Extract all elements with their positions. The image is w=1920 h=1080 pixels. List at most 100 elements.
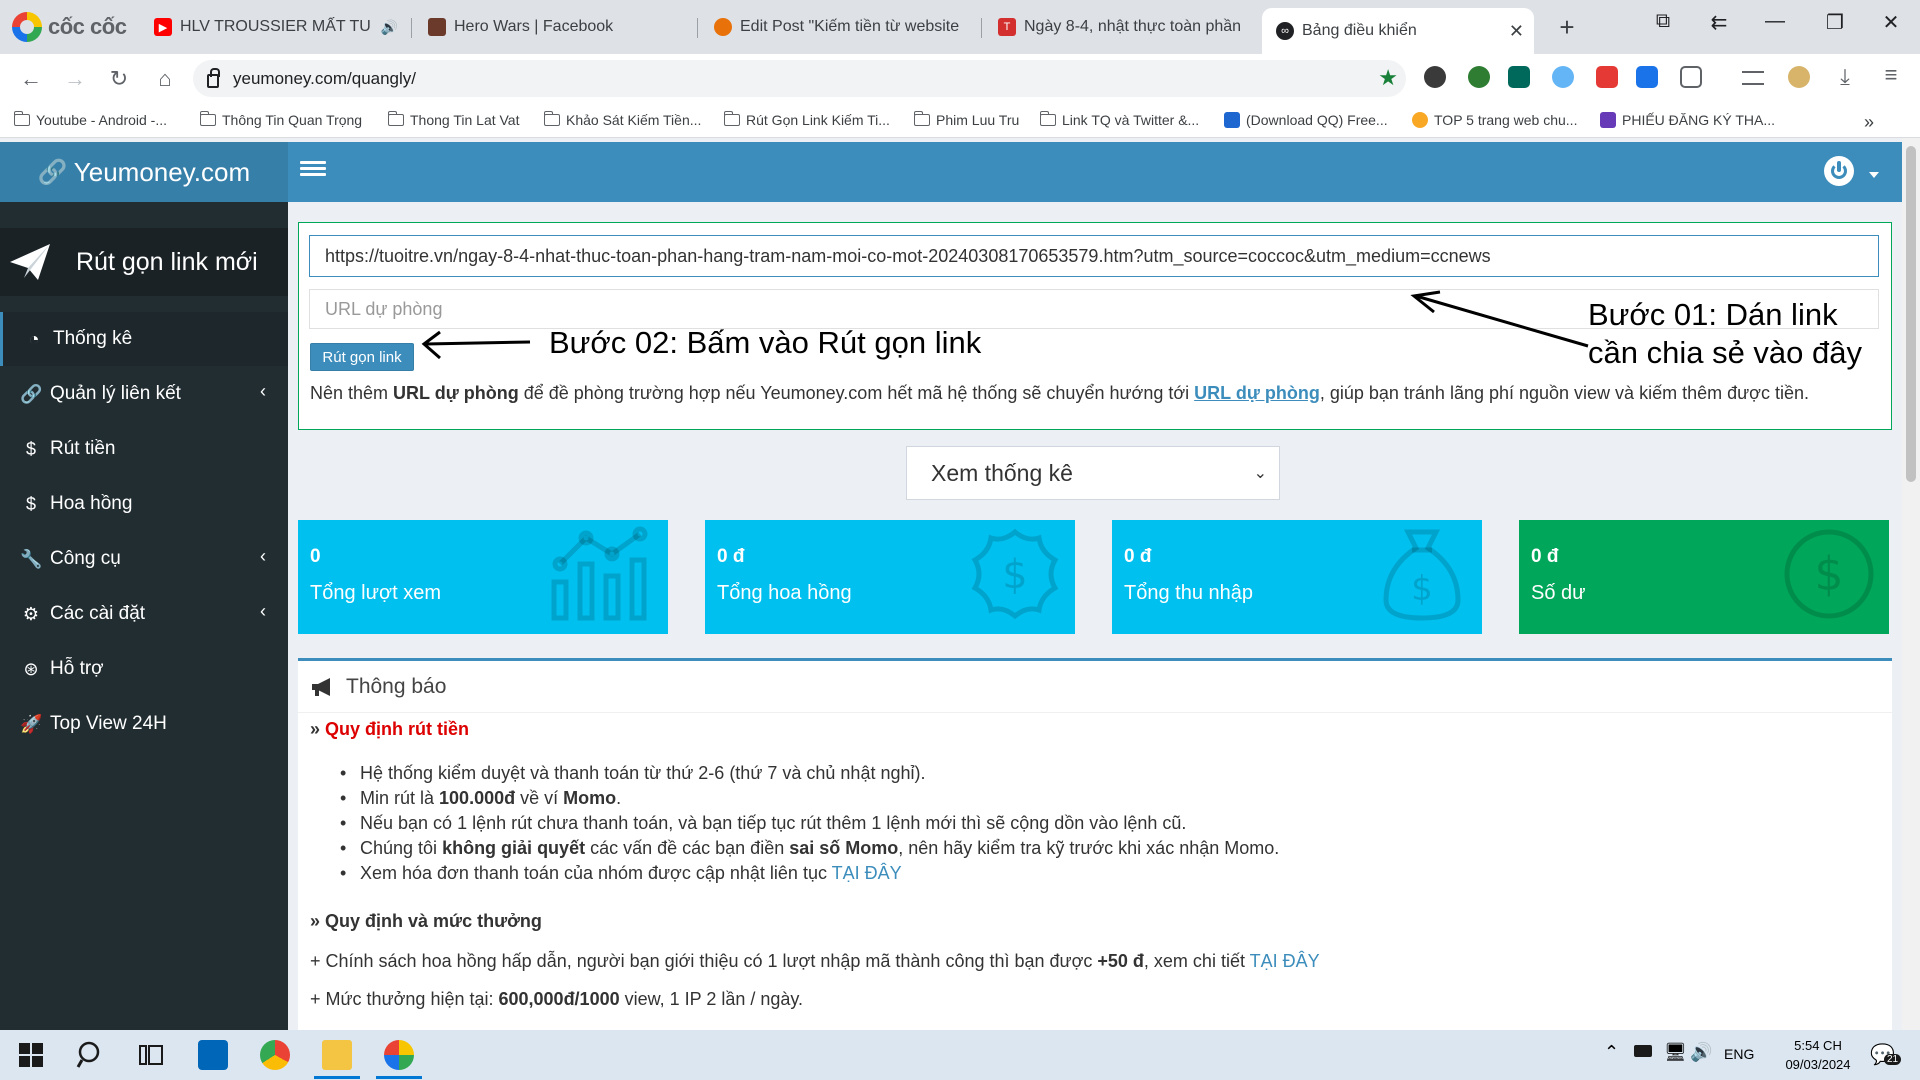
star-runner-icon xyxy=(1412,112,1428,128)
sidebar-item-top-view[interactable]: 🚀 Top View 24H xyxy=(0,697,288,751)
extension-red-icon[interactable] xyxy=(1596,66,1618,88)
payment-invoice-link[interactable]: TẠI ĐÂY xyxy=(832,863,902,883)
home-button[interactable]: ⌂ xyxy=(150,66,180,92)
translate-icon[interactable] xyxy=(1636,66,1658,88)
sidebar-item-cong-cu[interactable]: 🔧 Công cụ ‹ xyxy=(0,532,288,586)
tab-label: Bảng điều khiển xyxy=(1302,22,1417,39)
address-bar[interactable]: yeumoney.com/quangly/ ★ xyxy=(193,60,1406,97)
bookmark-star-icon[interactable]: ★ xyxy=(1378,65,1398,91)
bookmark-folder[interactable]: Phim Luu Tru xyxy=(913,111,1019,128)
download-icon[interactable]: ⤓ xyxy=(1830,64,1860,90)
sidebar-item-cac-cai-dat[interactable]: ⚙ Các cài đặt ‹ xyxy=(0,587,288,641)
more-bookmarks-icon[interactable]: » xyxy=(1864,112,1874,133)
new-tab-button[interactable]: + xyxy=(1552,12,1582,43)
extension-search-icon[interactable] xyxy=(1552,66,1574,88)
extensions-puzzle-icon[interactable] xyxy=(1680,66,1702,88)
svg-text:$: $ xyxy=(1002,552,1027,598)
money-bag-icon: $ xyxy=(1383,529,1461,621)
bookmark-folder[interactable]: Khảo Sát Kiếm Tiền... xyxy=(543,111,701,128)
chrome-icon[interactable] xyxy=(260,1040,290,1070)
bookmark-link[interactable]: PHIẾU ĐĂNG KÝ THA... xyxy=(1600,112,1775,128)
reload-button[interactable]: ↻ xyxy=(104,66,134,92)
tab-youtube[interactable]: ▶ HLV TROUSSIER MẤT TU 🔊 xyxy=(140,8,412,46)
tab-hero-wars[interactable]: Hero Wars | Facebook xyxy=(414,8,698,46)
bookmark-folder[interactable]: Thông Tin Quan Trọng xyxy=(199,111,362,128)
dollar-circle-icon: $ xyxy=(1784,529,1874,619)
extension-box-icon[interactable] xyxy=(1508,66,1530,88)
commission-detail-link[interactable]: TẠI ĐÂY xyxy=(1250,951,1320,971)
power-icon[interactable] xyxy=(1824,156,1854,186)
link-icon: 🔗 xyxy=(20,383,43,404)
bookmark-folder[interactable]: Link TQ và Twitter &... xyxy=(1039,111,1199,128)
battery-icon[interactable] xyxy=(1634,1045,1652,1057)
browser-brand[interactable]: cốc cốc xyxy=(12,12,127,42)
sidebar-item-ho-tro[interactable]: ⊛ Hỗ trợ xyxy=(0,642,288,696)
address-url[interactable]: yeumoney.com/quangly/ xyxy=(233,69,416,89)
task-view-icon[interactable] xyxy=(136,1040,166,1070)
stats-period-select[interactable]: Xem thống kê ⌄ xyxy=(906,446,1280,500)
language-indicator[interactable]: ENG xyxy=(1724,1046,1754,1062)
list-item: Hệ thống kiểm duyệt và thanh toán từ thứ… xyxy=(334,761,1279,786)
tab-divider xyxy=(697,18,698,38)
search-icon[interactable] xyxy=(76,1040,106,1070)
new-short-link-button[interactable]: Rút gọn link mới xyxy=(0,228,288,296)
sidebar-item-label: Quản lý liên kết xyxy=(50,383,181,404)
site-logo[interactable]: 🔗 Yeumoney.com xyxy=(0,142,288,202)
windows-start-icon[interactable] xyxy=(16,1040,46,1070)
para-bold: +50 đ xyxy=(1097,951,1144,971)
sidebar-item-rut-tien[interactable]: $ Rút tiền xyxy=(0,422,288,476)
para-text: , xem chi tiết xyxy=(1143,951,1250,971)
chevron-left-icon: ‹ xyxy=(260,546,266,566)
store-icon[interactable] xyxy=(198,1040,228,1070)
clock[interactable]: 5:54 CH 09/03/2024 xyxy=(1778,1036,1858,1074)
tab-dashboard[interactable]: ∞ Bảng điều khiển ✕ xyxy=(1262,8,1534,54)
bookmark-link[interactable]: (Download QQ) Free... xyxy=(1224,112,1388,128)
bookmark-link[interactable]: TOP 5 trang web chu... xyxy=(1412,112,1577,128)
rule-text: Chúng tôi xyxy=(360,838,443,858)
bookmark-folder[interactable]: Rút Gọn Link Kiếm Ti... xyxy=(723,111,890,128)
active-app-indicator xyxy=(376,1076,422,1079)
close-window-button[interactable]: ✕ xyxy=(1876,10,1906,35)
profile-avatar-icon[interactable] xyxy=(1788,66,1810,88)
extension-globe-icon[interactable] xyxy=(1468,66,1490,88)
notice-box: Thông báo » Quy định rút tiền Hệ thống k… xyxy=(298,658,1892,1030)
step1-line1: Bước 01: Dán link xyxy=(1588,297,1838,332)
extension-pen-icon[interactable] xyxy=(1424,66,1446,88)
coccoc-taskbar-icon[interactable] xyxy=(384,1040,414,1070)
volume-icon[interactable]: 🔊 xyxy=(1690,1042,1712,1063)
hamburger-menu-icon[interactable] xyxy=(300,158,326,180)
file-explorer-icon[interactable] xyxy=(322,1040,352,1070)
sidebar-item-thong-ke[interactable]: ◔ Thống kê xyxy=(0,312,288,366)
chevron-up-icon[interactable]: ⌃ xyxy=(1604,1042,1619,1063)
sidebar-item-hoa-hong[interactable]: $ Hoa hồng xyxy=(0,477,288,531)
page-scrollbar[interactable] xyxy=(1902,138,1920,1030)
folder-icon xyxy=(913,111,930,126)
bookmark-label: PHIẾU ĐĂNG KÝ THA... xyxy=(1622,112,1775,128)
maximize-button[interactable]: ❐ xyxy=(1820,10,1850,35)
sidebar-item-label: Rút tiền xyxy=(50,438,116,459)
browser-brand-name: cốc cốc xyxy=(48,14,127,39)
section-title-text: Quy định rút tiền xyxy=(325,719,470,739)
scrollbar-thumb[interactable] xyxy=(1906,146,1916,482)
bookmark-folder[interactable]: Youtube - Android -... xyxy=(13,111,167,128)
tile-value: 0 đ xyxy=(1531,546,1559,567)
close-tab-icon[interactable]: ✕ xyxy=(1509,21,1524,42)
back-button[interactable]: ← xyxy=(16,66,46,92)
network-icon[interactable]: 🖥 xyxy=(1664,1042,1687,1063)
playlist-icon[interactable] xyxy=(1742,71,1764,85)
forward-button[interactable]: → xyxy=(60,66,90,92)
caret-down-icon[interactable] xyxy=(1869,172,1879,178)
para-text: + Chính sách hoa hồng hấp dẫn, người bạn… xyxy=(310,951,1098,971)
minimize-button[interactable]: — xyxy=(1760,10,1790,33)
menu-icon[interactable]: ≡ xyxy=(1876,62,1906,88)
tab-edit-post[interactable]: Edit Post "Kiếm tiền từ website xyxy=(700,8,982,46)
edit-post-icon xyxy=(714,18,732,36)
bookmark-folder[interactable]: Thong Tin Lat Vat xyxy=(387,111,519,128)
megaphone-icon xyxy=(312,677,330,696)
tab-tuoitre[interactable]: T Ngày 8-4, nhật thực toàn phần xyxy=(984,8,1260,46)
folder-icon xyxy=(199,111,216,126)
sidebar-item-quan-ly-lien-ket[interactable]: 🔗 Quản lý liên kết ‹ xyxy=(0,367,288,421)
folder-icon xyxy=(13,111,30,126)
tab-history-icon[interactable]: ⇇ xyxy=(1704,10,1734,35)
screenshot-icon[interactable]: ⧉ xyxy=(1648,10,1678,33)
